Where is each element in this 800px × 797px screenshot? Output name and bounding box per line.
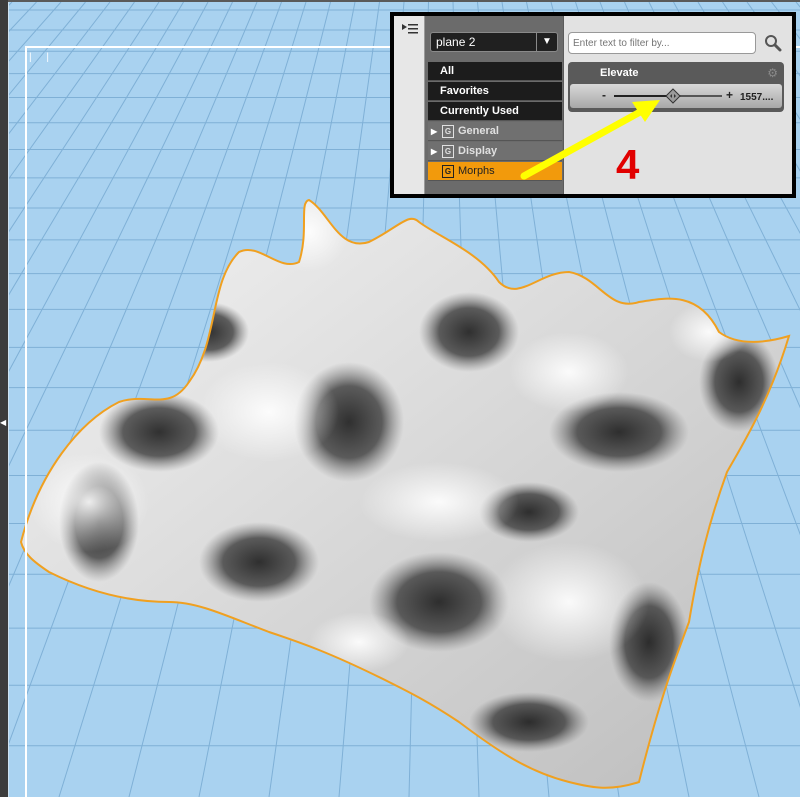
panel-menu-icon[interactable] [402,22,418,36]
category-label: Favorites [440,85,489,97]
slider-increment-button[interactable]: + [726,88,733,102]
parameters-panel: plane 2 ▼ All Favorites Currently Used ▶… [390,12,796,198]
parameter-elevate: Elevate ⚙ - + 1557.... [568,62,784,112]
grid-line [9,2,111,135]
group-icon: G [442,125,454,138]
category-label: All [440,65,455,77]
search-icon[interactable] [764,34,782,52]
category-label: Morphs [458,165,495,177]
category-morphs[interactable]: G Morphs [428,162,562,181]
collapse-arrow-icon[interactable]: ◀ [0,418,6,427]
terrain-highlight [359,462,519,542]
expand-triangle-icon[interactable]: ▶ [431,122,437,141]
category-general[interactable]: ▶ G General [428,122,562,141]
terrain-highlight [669,302,749,362]
filter-input[interactable] [568,32,756,54]
category-currently-used[interactable]: Currently Used [428,102,562,121]
parameter-name: Elevate [600,67,639,79]
parameters-panel-body: plane 2 ▼ All Favorites Currently Used ▶… [394,16,792,194]
group-icon: G [442,145,454,158]
node-selector-value: plane 2 [436,35,476,49]
expand-triangle-icon[interactable]: ▶ [431,142,437,161]
grid-line [9,2,135,180]
terrain-highlight [509,332,629,412]
grid-line [9,2,13,6]
terrain-plane-mesh[interactable] [19,192,791,789]
slider-value-field[interactable]: 1557.... [740,92,773,103]
category-favorites[interactable]: Favorites [428,82,562,101]
group-icon: G [442,165,454,178]
panel-gutter [394,16,425,194]
slider-knob-icon[interactable] [665,88,682,104]
left-side-strip: ◀ [0,0,8,797]
viewport-corner-label: | | [29,52,55,63]
category-all[interactable]: All [428,62,562,81]
category-display[interactable]: ▶ G Display [428,142,562,161]
terrain-highlight [309,612,409,672]
terrain-shadow [199,522,319,602]
slider-decrement-button[interactable]: - [602,88,606,102]
category-label: General [458,125,499,137]
category-label: Display [458,145,498,157]
grid-line [9,2,86,96]
category-label: Currently Used [440,105,519,117]
annotation-step-number: 4 [616,141,640,188]
terrain-highlight [29,452,149,552]
grid-line [9,2,62,62]
terrain-highlight [199,362,339,462]
terrain-highlight [489,542,649,662]
node-selector[interactable]: plane 2 ▼ [430,32,558,52]
chevron-down-icon[interactable]: ▼ [536,33,557,51]
terrain-shadow [419,292,519,372]
gear-icon[interactable]: ⚙ [767,66,778,80]
